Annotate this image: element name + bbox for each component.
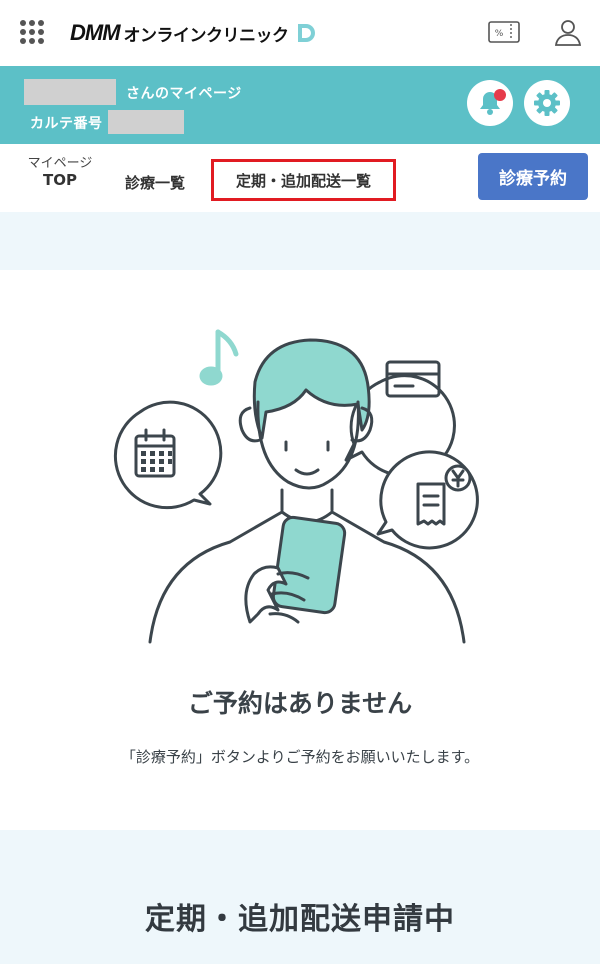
app-header: DMM オンラインクリニック % — [0, 0, 600, 66]
tab-mypage-top[interactable]: マイページ TOP — [24, 156, 96, 188]
notification-button[interactable] — [467, 80, 513, 126]
mypage-suffix: さんのマイページ — [126, 86, 242, 102]
tab-top-line2: TOP — [43, 171, 77, 189]
receipt-bubble-icon — [376, 450, 479, 550]
section-title: 定期・追加配送申請中 — [145, 902, 455, 937]
karte-number-redacted — [108, 110, 184, 134]
logo-mark-icon — [297, 24, 315, 42]
coupon-label: % — [495, 29, 504, 39]
tab-consultation-history[interactable]: 診療一覧 — [125, 172, 185, 193]
notification-badge — [494, 89, 506, 101]
person-with-phone-illustration — [113, 329, 479, 644]
tab-top-line1: マイページ — [27, 156, 93, 171]
reserve-button[interactable]: 診療予約 — [478, 153, 588, 200]
app-grid-icon[interactable] — [20, 20, 44, 44]
tab-regular-delivery-label: 定期・追加配送一覧 — [235, 171, 371, 190]
coupon-icon[interactable]: % — [488, 20, 520, 44]
empty-state-description: 「診療予約」ボタンよりご予約をお願いいたします。 — [120, 748, 480, 766]
logo-brand: DMM — [70, 20, 121, 45]
calendar-bubble-icon — [113, 400, 223, 510]
music-note-icon — [199, 329, 239, 386]
logo-service-name: オンラインクリニック — [123, 25, 290, 46]
user-icon[interactable] — [554, 18, 582, 46]
user-name-redacted — [24, 79, 116, 105]
pale-band — [0, 212, 600, 270]
gear-icon — [534, 90, 560, 116]
empty-state-title: ご予約はありません — [187, 689, 413, 718]
logo[interactable]: DMM オンラインクリニック — [70, 18, 317, 48]
tab-regular-delivery[interactable]: 定期・追加配送一覧 — [211, 159, 396, 201]
settings-button[interactable] — [524, 80, 570, 126]
karte-label: カルテ番号 — [30, 116, 103, 132]
